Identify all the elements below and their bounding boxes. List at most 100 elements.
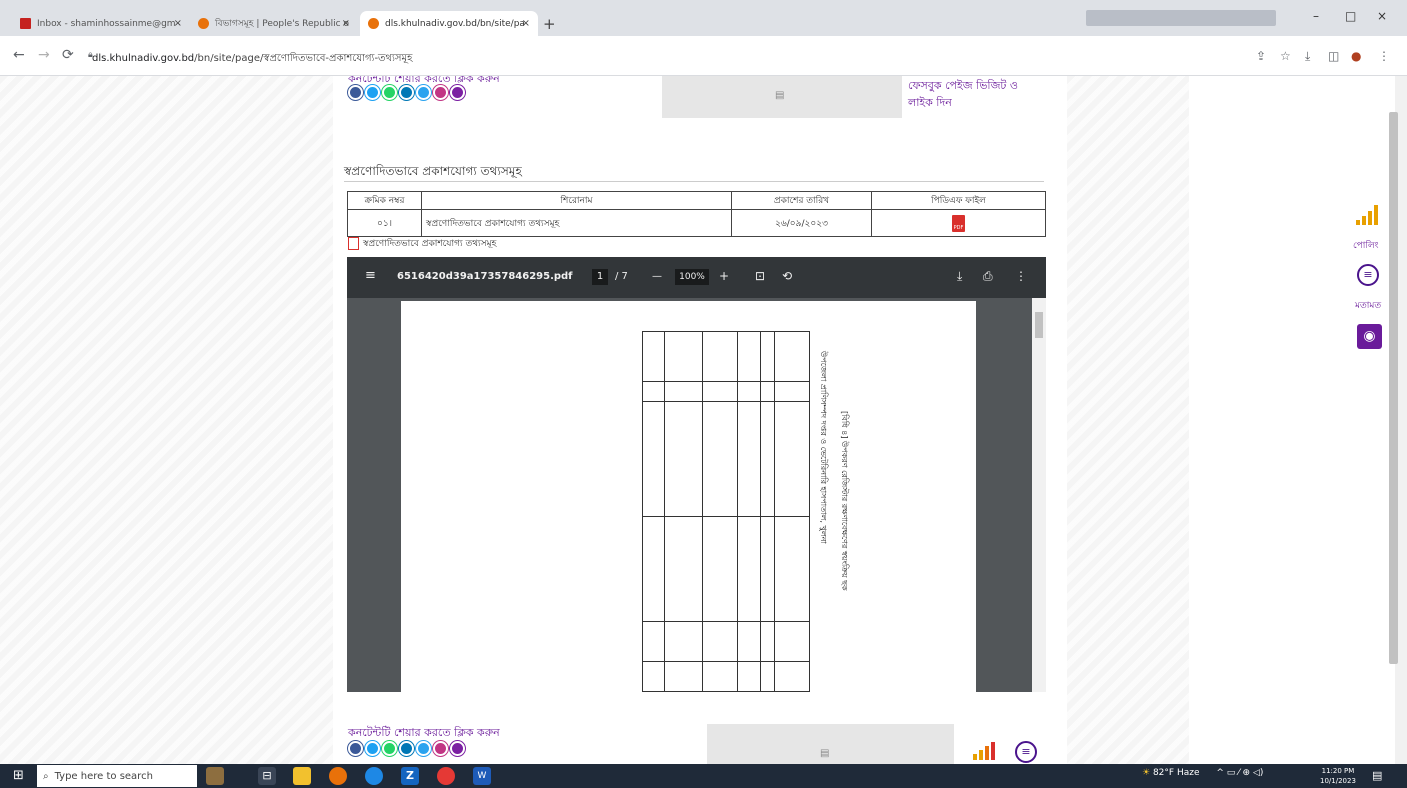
- grid-line: [702, 331, 703, 692]
- weather-text[interactable]: 82°F Haze: [1153, 768, 1200, 778]
- download-icon[interactable]: ⤓: [957, 269, 962, 284]
- twitter-icon[interactable]: [365, 85, 380, 100]
- feedback-icon[interactable]: ≡: [1357, 264, 1379, 286]
- tray-icons[interactable]: ^ ▭ ⁄ ⊕ ◁): [1216, 768, 1263, 778]
- tab-divisions[interactable]: বিভাগসমূহ | People's Republic o ×: [190, 11, 358, 36]
- section-divider: [344, 181, 1044, 182]
- search-placeholder: Type here to search: [54, 770, 153, 782]
- pdf-page: উপজেলা প্রাণিসম্পদ দপ্তর ও ভেটেরিনারি হা…: [401, 301, 976, 692]
- more-options-icon[interactable]: ⋮: [1015, 269, 1027, 283]
- rotate-icon[interactable]: ⟲: [782, 269, 792, 283]
- cell-file: PDF: [871, 209, 1046, 237]
- download-icon[interactable]: ⤓: [1305, 49, 1310, 64]
- facebook-page-link[interactable]: ফেসবুক পেইজ ভিজিট ও লাইক দিন: [908, 76, 1040, 118]
- pdf-scroll-thumb[interactable]: [1035, 312, 1043, 338]
- menu-icon[interactable]: ≡: [365, 268, 376, 283]
- table-header-row: ক্রমিক নম্বর শিরোনাম প্রকাশের তারিখ পিডি…: [347, 191, 1046, 210]
- page-number-input[interactable]: 1: [592, 269, 608, 285]
- pdf-scrollbar[interactable]: [1032, 298, 1046, 692]
- zoom-in-button[interactable]: +: [719, 269, 729, 283]
- right-decorative-pattern: [1067, 76, 1189, 764]
- col-file: পিডিএফ ফাইল: [871, 191, 1046, 210]
- document-table-grid: [642, 331, 810, 692]
- site-favicon-icon: [368, 18, 379, 29]
- col-date: প্রকাশের তারিখ: [731, 191, 872, 210]
- broken-image-icon: ▤: [775, 90, 785, 101]
- close-tab-icon[interactable]: ×: [342, 18, 350, 29]
- notifications-icon[interactable]: ▤: [1372, 769, 1382, 782]
- telegram-icon[interactable]: [416, 85, 431, 100]
- instagram-icon[interactable]: [433, 741, 448, 756]
- left-decorative-pattern: [0, 76, 333, 764]
- share-more-icon[interactable]: [450, 741, 465, 756]
- facebook-icon[interactable]: [348, 741, 363, 756]
- zoom-app-icon[interactable]: Z: [401, 767, 419, 785]
- share-more-icon[interactable]: [450, 85, 465, 100]
- web-page: কনটেন্টটি শেয়ার করতে ক্লিক করুন ▤ ফেসবু…: [0, 76, 1395, 764]
- taskbar-clock[interactable]: 11:20 PM 10/1/2023: [1320, 766, 1356, 786]
- close-tab-icon[interactable]: ×: [522, 18, 530, 29]
- whatsapp-icon[interactable]: [382, 741, 397, 756]
- social-share-icons-bottom: [348, 741, 465, 756]
- telegram-icon[interactable]: [416, 741, 431, 756]
- social-share-icons: [348, 85, 465, 100]
- accessibility-icon[interactable]: ◉: [1357, 324, 1382, 349]
- feedback-icon-bottom[interactable]: ≡: [1015, 741, 1037, 763]
- url-path: /bn/site/page/স্বপ্রণোদিতভাবে-প্রকাশযোগ্…: [194, 53, 413, 64]
- search-icon: ⌕: [43, 770, 49, 782]
- cell-title: স্বপ্রণোদিতভাবে প্রকাশযোগ্য তথ্যসমূহ: [421, 209, 732, 237]
- print-icon[interactable]: ⎙: [983, 269, 993, 284]
- col-title: শিরোনাম: [421, 191, 732, 210]
- edge-icon[interactable]: [365, 767, 383, 785]
- pdf-filename: 6516420d39a17357846295.pdf: [397, 271, 573, 282]
- linkedin-icon[interactable]: [399, 741, 414, 756]
- new-tab-button[interactable]: +: [543, 15, 556, 33]
- poll-icon[interactable]: [1356, 205, 1378, 225]
- file-explorer-icon[interactable]: [293, 767, 311, 785]
- sidepanel-icon[interactable]: ◫: [1328, 49, 1339, 63]
- facebook-icon[interactable]: [348, 85, 363, 100]
- word-icon[interactable]: W: [473, 767, 491, 785]
- minimize-button[interactable]: –: [1313, 9, 1319, 23]
- news-widget-icon[interactable]: [206, 767, 224, 785]
- menu-dots-icon[interactable]: ⋮: [1378, 49, 1390, 63]
- url-field[interactable]: dls.khulnadiv.gov.bd/bn/site/page/স্বপ্র…: [92, 51, 412, 68]
- tab-gmail[interactable]: Inbox - shaminhossainme@gm ×: [12, 11, 190, 36]
- poll-label[interactable]: পোলিং: [1353, 238, 1379, 253]
- taskbar-search[interactable]: ⌕ Type here to search: [37, 765, 197, 787]
- instagram-icon[interactable]: [433, 85, 448, 100]
- zoom-level-input[interactable]: 100%: [675, 269, 709, 285]
- back-arrow-icon[interactable]: ←: [13, 47, 25, 63]
- zoom-out-button[interactable]: —: [652, 271, 662, 282]
- chrome-icon[interactable]: [437, 767, 455, 785]
- poll-icon-bottom[interactable]: [973, 742, 995, 760]
- grid-line: [642, 401, 810, 402]
- twitter-icon[interactable]: [365, 741, 380, 756]
- linkedin-icon[interactable]: [399, 85, 414, 100]
- profile-avatar-icon[interactable]: ●: [1351, 49, 1361, 63]
- close-window-button[interactable]: ×: [1377, 9, 1387, 23]
- pdf-file-icon[interactable]: PDF: [952, 214, 965, 232]
- whatsapp-icon[interactable]: [382, 85, 397, 100]
- forward-arrow-icon[interactable]: →: [38, 47, 50, 63]
- tab-active-page[interactable]: dls.khulnadiv.gov.bd/bn/site/pa ×: [360, 11, 538, 36]
- gmail-icon: [20, 18, 31, 29]
- tab-label: Inbox - shaminhossainme@gm: [37, 18, 176, 29]
- pdf-link[interactable]: স্বপ্রণোদিতভাবে প্রকাশযোগ্য তথ্যসমূহ: [348, 236, 496, 251]
- feedback-label[interactable]: মতামত: [1355, 298, 1381, 313]
- share-icon[interactable]: ⇪: [1256, 49, 1266, 63]
- fit-page-icon[interactable]: ⊡: [755, 269, 765, 283]
- cell-date: ২৬/০৯/২০২৩: [731, 209, 872, 237]
- windows-start-icon[interactable]: ⊞: [13, 768, 24, 783]
- page-scroll-thumb[interactable]: [1389, 112, 1398, 664]
- firefox-icon[interactable]: [329, 767, 347, 785]
- close-tab-icon[interactable]: ×: [174, 18, 182, 29]
- pdf-icon: [348, 237, 359, 250]
- document-subheading: [বিধি ৪] উপকরণ রেজিস্টার রক্ষণাবেক্ষণের …: [840, 411, 849, 591]
- embed-placeholder-bottom: ▤: [707, 724, 954, 764]
- bookmark-star-icon[interactable]: ☆: [1280, 49, 1291, 63]
- task-view-icon[interactable]: ⊟: [258, 767, 276, 785]
- pdf-link-label: স্বপ্রণোদিতভাবে প্রকাশযোগ্য তথ্যসমূহ: [363, 239, 497, 249]
- reload-icon[interactable]: ⟳: [62, 47, 74, 63]
- maximize-button[interactable]: □: [1345, 9, 1356, 23]
